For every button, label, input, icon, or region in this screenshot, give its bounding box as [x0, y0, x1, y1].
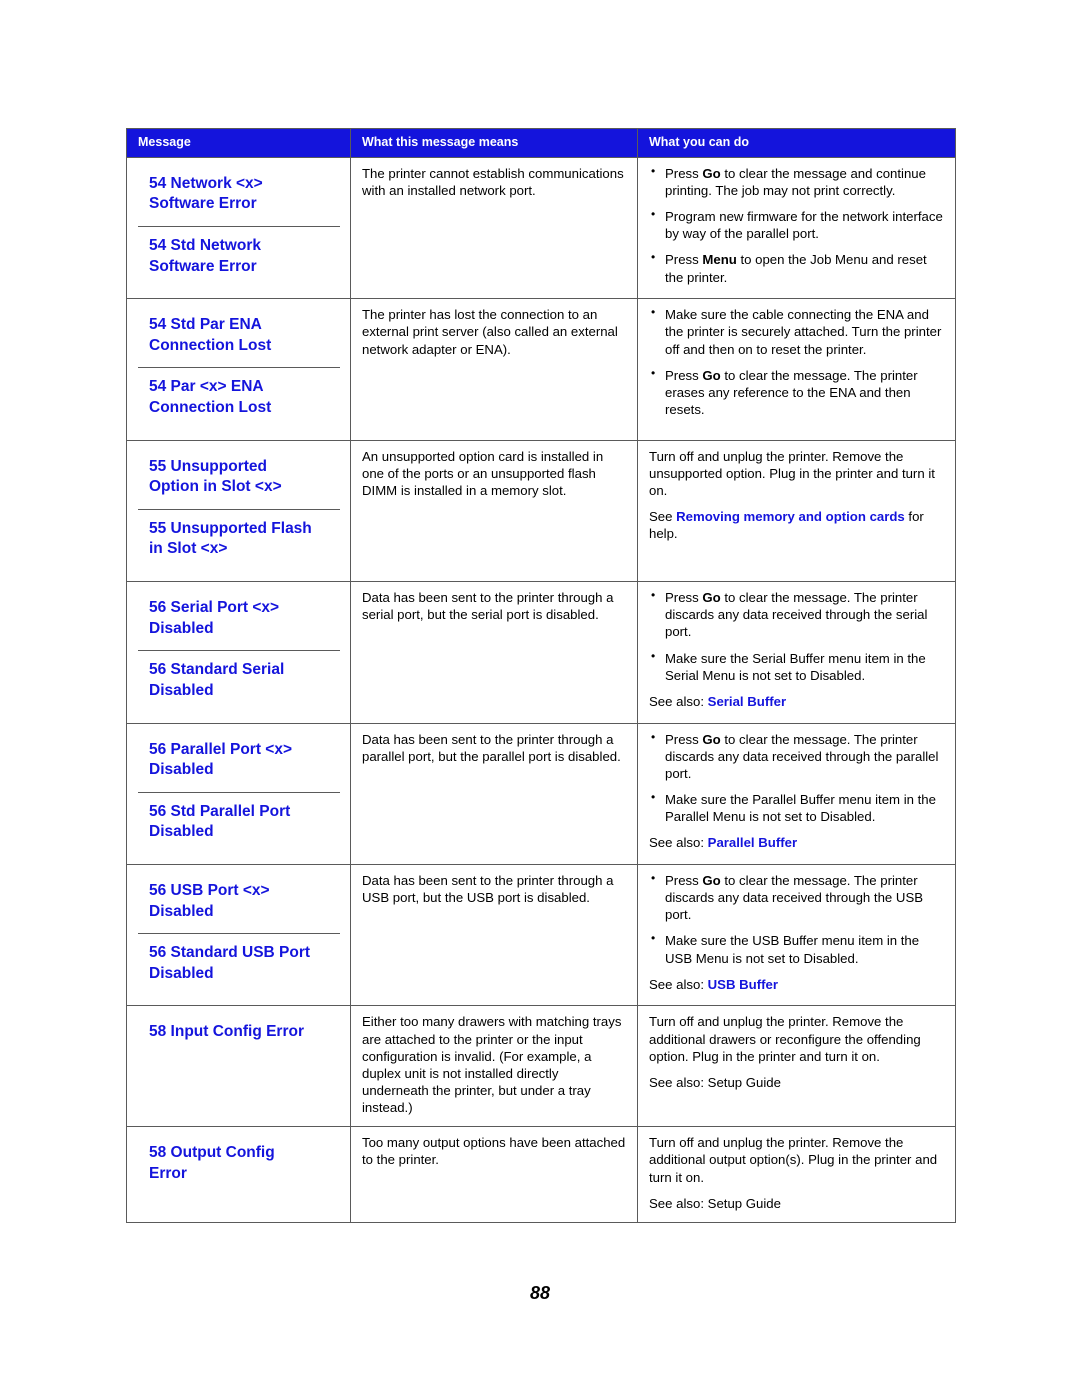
message-code: 55 Unsupported Flash in Slot <x>: [138, 508, 340, 571]
table-row: 58 Input Config Error Either too many dra…: [126, 1005, 956, 1127]
message-code: 56 Standard USB Port Disabled: [138, 933, 340, 995]
button-name-emphasis: Go: [702, 872, 721, 888]
action-cross-reference: See Removing memory and option cards for…: [649, 509, 924, 542]
cell-message: 56 Parallel Port <x> Disabled 56 Std Paral…: [126, 722, 351, 865]
cell-message-meaning: Data has been sent to the printer throug…: [350, 863, 638, 1006]
meaning-text: Data has been sent to the printer throug…: [362, 590, 614, 623]
table-row: 55 Unsupported Option in Slot <x> 55 Unsup…: [126, 439, 956, 582]
table-row: 54 Std Par ENA Connection Lost 54 Par <x> …: [126, 298, 956, 441]
column-header-message: Message: [126, 128, 351, 158]
action-bullet-item: Make sure the cable connecting the ENA a…: [649, 305, 945, 357]
action-bullet-list: Press Go to clear the message. The print…: [649, 588, 945, 684]
table-row: 58 Output Config Error Too many output opt…: [126, 1126, 956, 1223]
page-number: 88: [529, 1283, 551, 1303]
cell-message: 56 Serial Port <x> Disabled 56 Standard Se…: [126, 581, 351, 723]
meaning-text: An unsupported option card is installed …: [362, 448, 604, 498]
action-bullet-list: Make sure the cable connecting the ENA a…: [649, 305, 945, 418]
message-code: 56 Standard Serial Disabled: [138, 650, 340, 712]
table-header-row: Message What this message means What you…: [126, 128, 956, 158]
cell-message: 58 Output Config Error: [126, 1126, 351, 1223]
action-cross-reference: See also: USB Buffer: [649, 976, 778, 992]
action-bullet-item: Press Go to clear the message. The print…: [649, 729, 945, 782]
button-name-emphasis: Go: [702, 367, 721, 383]
cross-reference-link[interactable]: Serial Buffer: [708, 694, 786, 709]
meaning-text: Data has been sent to the printer throug…: [362, 872, 614, 906]
message-code: 56 Std Parallel Port Disabled: [138, 791, 340, 854]
document-page: Message What this message means What you…: [0, 0, 1080, 1397]
action-bullet-item: Press Menu to open the Job Menu and rese…: [649, 250, 945, 285]
cell-message: 58 Input Config Error: [126, 1005, 351, 1127]
action-bullet-list: Press Go to clear the message. The print…: [649, 729, 945, 826]
meaning-text: Data has been sent to the printer throug…: [362, 731, 621, 764]
meaning-text: The printer cannot establish communicati…: [362, 165, 624, 198]
action-bullet-item: Press Go to clear the message and contin…: [649, 164, 945, 199]
meaning-text: Too many output options have been attach…: [362, 1135, 626, 1168]
button-name-emphasis: Menu: [702, 252, 737, 268]
cell-action: Press Go to clear the message and contin…: [637, 156, 956, 299]
action-cross-reference: See also: Setup Guide: [649, 1074, 781, 1090]
message-code: 54 Std Network Software Error: [138, 225, 340, 288]
column-header-action: What you can do: [637, 128, 956, 158]
button-name-emphasis: Go: [702, 165, 721, 181]
message-code: 58 Input Config Error: [149, 1023, 304, 1041]
cell-message-meaning: The printer cannot establish communicati…: [350, 156, 638, 299]
cell-message-meaning: An unsupported option card is installed …: [350, 439, 638, 582]
cross-reference-link[interactable]: Removing memory and option cards: [676, 509, 905, 524]
action-cross-reference: See also: Parallel Buffer: [649, 835, 798, 851]
cell-action: Press Go to clear the message. The print…: [637, 581, 956, 723]
action-bullet-list: Press Go to clear the message and contin…: [649, 164, 945, 286]
cell-message: 55 Unsupported Option in Slot <x> 55 Unsup…: [126, 439, 351, 582]
table-row: 56 Serial Port <x> Disabled 56 Standard Se…: [126, 581, 956, 723]
action-bullet-item: Press Go to clear the message. The print…: [649, 871, 945, 923]
cell-action: Press Go to clear the message. The print…: [637, 863, 956, 1006]
action-paragraph: Turn off and unplug the printer. Remove …: [649, 1135, 938, 1185]
action-cross-reference: See also: Serial Buffer: [649, 693, 787, 709]
message-code: 56 Serial Port <x> Disabled: [149, 599, 280, 637]
cell-action: Turn off and unplug the printer. Remove …: [637, 439, 956, 582]
cell-action: Press Go to clear the message. The print…: [637, 722, 956, 865]
cell-action: Make sure the cable connecting the ENA a…: [637, 298, 956, 441]
action-bullet-item: Make sure the Parallel Buffer menu item …: [649, 790, 945, 825]
action-bullet-item: Make sure the USB Buffer menu item in th…: [649, 931, 945, 966]
action-paragraph: Turn off and unplug the printer. Remove …: [649, 1014, 921, 1064]
cross-reference-link[interactable]: USB Buffer: [708, 977, 778, 992]
cross-reference-link[interactable]: Parallel Buffer: [708, 835, 797, 850]
meaning-text: The printer has lost the connection to a…: [362, 307, 618, 357]
action-bullet-item: Press Go to clear the message. The print…: [649, 366, 945, 418]
meaning-text: Either too many drawers with matching tr…: [362, 1014, 622, 1116]
table-body: 54 Network <x> Software Error 54 Std Netwo…: [126, 156, 956, 1223]
button-name-emphasis: Go: [702, 590, 721, 606]
action-bullet-item: Press Go to clear the message. The print…: [649, 588, 945, 640]
action-paragraph: Turn off and unplug the printer. Remove …: [649, 448, 935, 498]
cell-message-meaning: The printer has lost the connection to a…: [350, 298, 638, 441]
cell-message: 56 USB Port <x> Disabled 56 Standard USB P…: [126, 863, 351, 1006]
message-code: 58 Output Config Error: [149, 1144, 275, 1182]
cell-message-meaning: Too many output options have been attach…: [350, 1126, 638, 1223]
cell-message-meaning: Data has been sent to the printer throug…: [350, 722, 638, 865]
table-row: 56 USB Port <x> Disabled 56 Standard USB P…: [126, 863, 956, 1006]
cell-action: Turn off and unplug the printer. Remove …: [637, 1005, 956, 1127]
cell-action: Turn off and unplug the printer. Remove …: [637, 1126, 956, 1223]
button-name-emphasis: Go: [702, 731, 721, 747]
message-code: 54 Std Par ENA Connection Lost: [149, 316, 272, 354]
action-bullet-item: Make sure the Serial Buffer menu item in…: [649, 649, 945, 684]
action-bullet-list: Press Go to clear the message. The print…: [649, 871, 945, 967]
action-bullet-item: Program new firmware for the network int…: [649, 207, 945, 242]
cell-message-meaning: Data has been sent to the printer throug…: [350, 581, 638, 723]
action-cross-reference: See also: Setup Guide: [649, 1195, 781, 1211]
message-code: 55 Unsupported Option in Slot <x>: [149, 457, 282, 496]
table-header: Message What this message means What you…: [126, 128, 956, 158]
column-header-means: What this message means: [350, 128, 638, 158]
message-code: 56 Parallel Port <x> Disabled: [149, 740, 293, 779]
message-code: 54 Network <x> Software Error: [149, 174, 263, 213]
cell-message-meaning: Either too many drawers with matching tr…: [350, 1005, 638, 1127]
table-row: 54 Network <x> Software Error 54 Std Netwo…: [126, 156, 956, 299]
table-row: 56 Parallel Port <x> Disabled 56 Std Paral…: [126, 722, 956, 865]
message-code: 54 Par <x> ENA Connection Lost: [138, 367, 340, 429]
cell-message: 54 Network <x> Software Error 54 Std Netwo…: [126, 156, 351, 299]
cell-message: 54 Std Par ENA Connection Lost 54 Par <x> …: [126, 298, 351, 441]
message-code: 56 USB Port <x> Disabled: [149, 881, 270, 920]
printer-messages-table: Message What this message means What you…: [126, 128, 956, 1223]
